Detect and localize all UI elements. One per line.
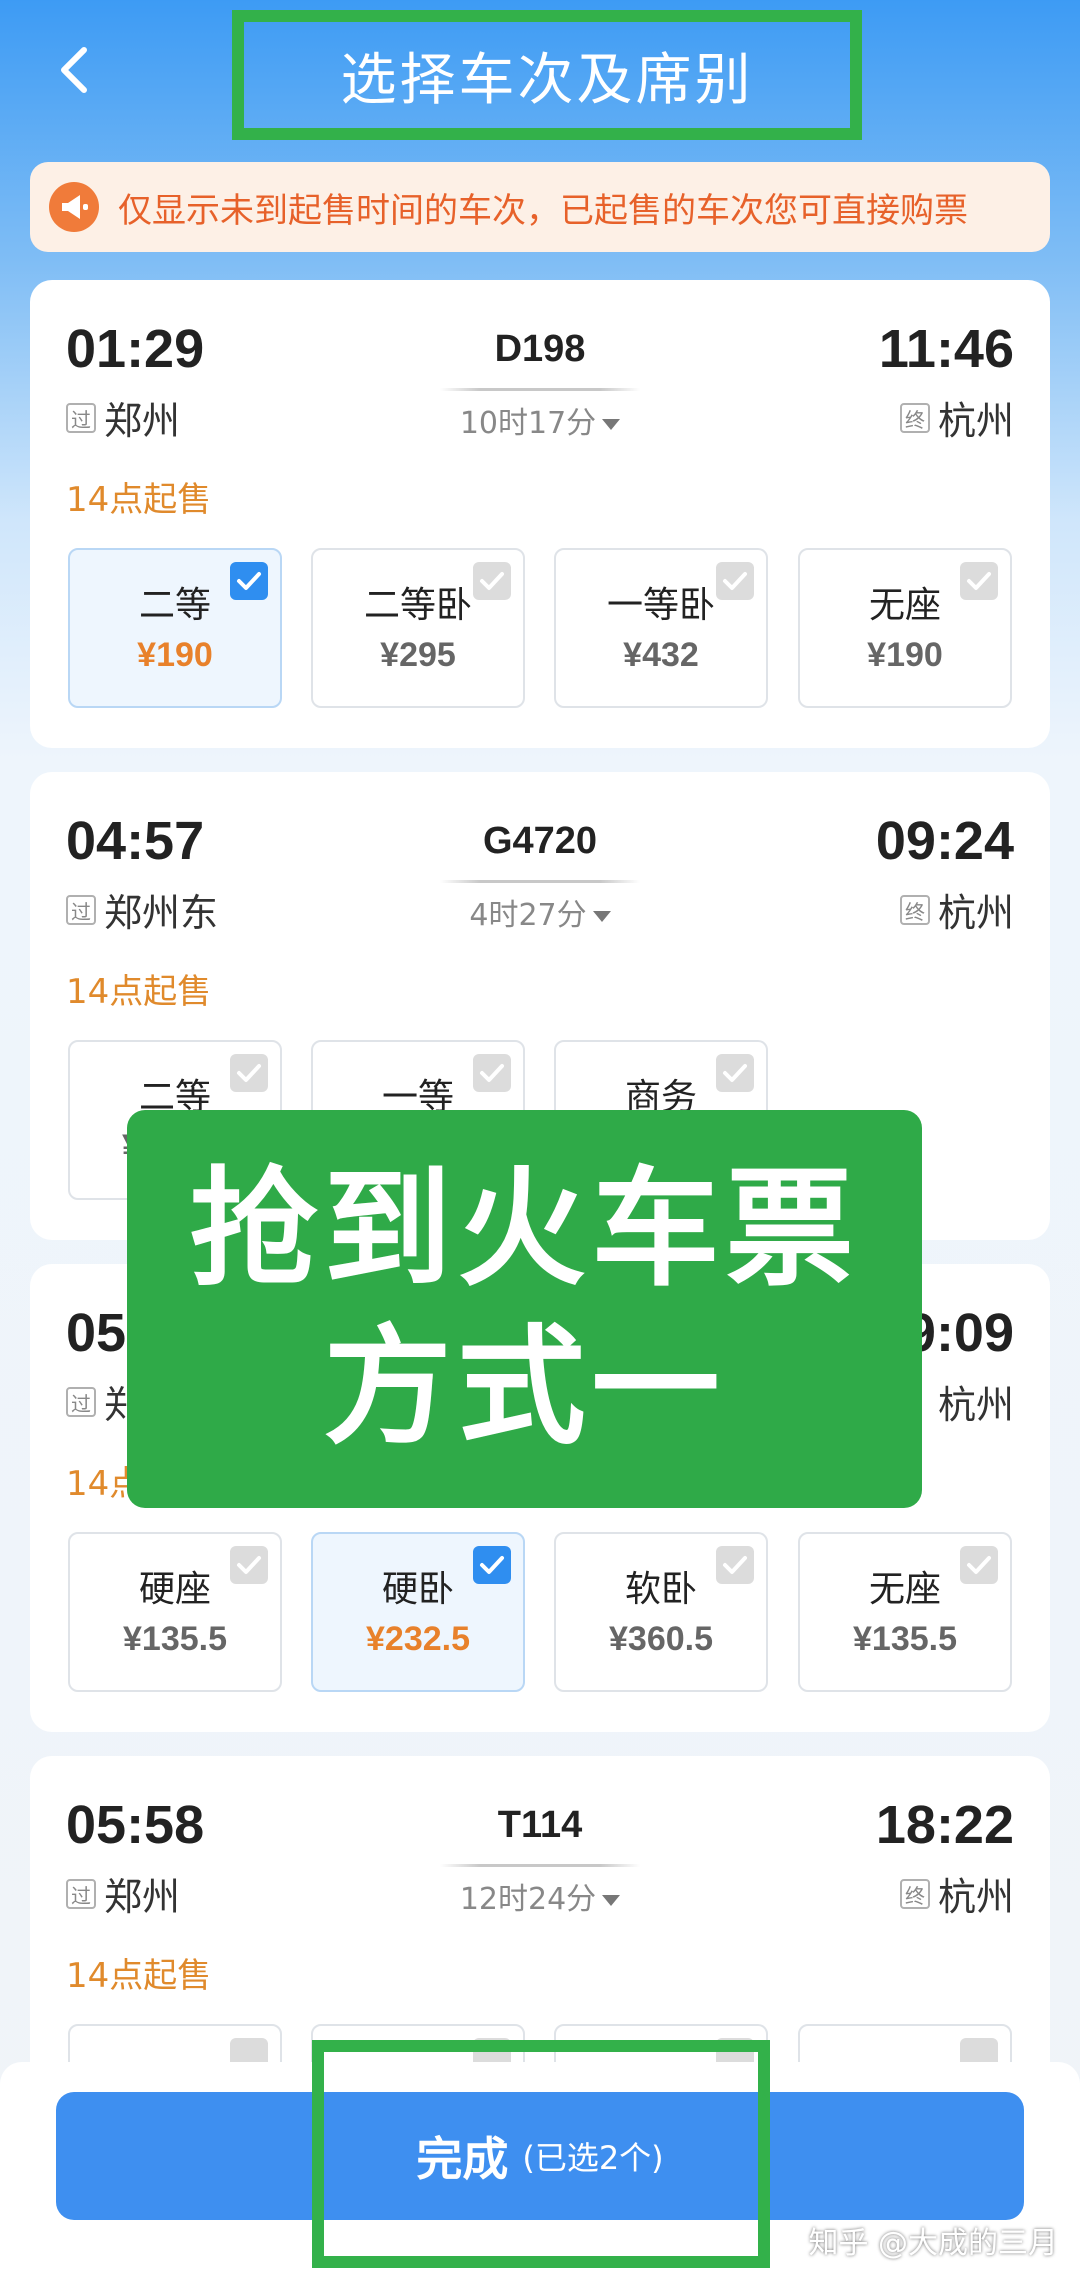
title-highlight-frame: 选择车次及席别	[232, 10, 862, 140]
checkbox-unchecked-icon	[960, 562, 998, 600]
train-card: 01:29 D198 11:46 过 郑州 10时17分 终 杭州 14点起售 …	[30, 280, 1050, 748]
page-title: 选择车次及席别	[340, 47, 754, 113]
seat-price: ¥432	[623, 636, 699, 674]
checkbox-checked-icon	[473, 1546, 511, 1584]
caret-down-icon	[602, 1895, 621, 1906]
seat-option[interactable]: 二等 ¥190	[68, 548, 282, 708]
checkbox-unchecked-icon	[473, 1054, 511, 1092]
departure-time: 05	[66, 1303, 127, 1363]
promo-overlay: 抢到火车票 方式一	[127, 1110, 922, 1508]
button-highlight-frame	[312, 2040, 770, 2268]
duration-toggle[interactable]: 10时17分	[30, 398, 1050, 442]
seat-option[interactable]: 无座 ¥190	[798, 548, 1012, 708]
arrival-time: 18:22	[875, 1795, 1014, 1855]
terminal-tag: 终	[899, 894, 930, 925]
seat-price: ¥232.5	[366, 1620, 470, 1658]
seat-option[interactable]: 二等卧 ¥295	[311, 548, 525, 708]
checkbox-unchecked-icon	[473, 562, 511, 600]
seat-price: ¥190	[137, 636, 213, 674]
zhihu-logo-icon	[770, 2224, 802, 2256]
checkbox-checked-icon	[230, 562, 268, 600]
checkbox-unchecked-icon	[716, 562, 754, 600]
overlay-line-1: 抢到火车票	[189, 1155, 860, 1304]
duration-toggle[interactable]: 12时24分	[30, 1874, 1050, 1918]
megaphone-icon	[49, 182, 99, 232]
arrival-station-name: 杭州	[937, 1383, 1014, 1427]
arrival-station: 终 杭州	[899, 882, 1014, 937]
seat-price: ¥135.5	[123, 1620, 227, 1658]
caret-down-icon	[592, 911, 611, 922]
notice-text: 仅显示未到起售时间的车次，已起售的车次您可直接购票	[118, 190, 968, 231]
seat-option[interactable]: 一等卧 ¥432	[554, 548, 768, 708]
duration-text: 4时27分	[469, 898, 587, 933]
seat-price: ¥295	[380, 636, 456, 674]
duration-toggle[interactable]: 4时27分	[30, 890, 1050, 934]
arrival-time: 9:09	[905, 1303, 1014, 1363]
overlay-line-2: 方式一	[323, 1313, 726, 1462]
train-line-divider	[440, 880, 640, 883]
checkbox-unchecked-icon	[716, 1546, 754, 1584]
back-button[interactable]	[48, 40, 108, 100]
arrival-station-name: 杭州	[937, 399, 1014, 443]
arrival-time: 11:46	[878, 319, 1014, 379]
notice-bar: 仅显示未到起售时间的车次，已起售的车次您可直接购票	[30, 162, 1050, 252]
arrival-station-name: 杭州	[937, 1875, 1014, 1919]
watermark: 知乎 @大成的三月	[770, 2218, 1058, 2262]
arrival-station: 杭州	[938, 1374, 1014, 1429]
sale-time: 14点起售	[66, 972, 212, 1012]
seat-price: ¥190	[867, 636, 943, 674]
arrival-station: 终 杭州	[899, 1866, 1014, 1921]
arrival-station: 终 杭州	[899, 390, 1014, 445]
pass-tag: 过	[66, 1386, 96, 1417]
seat-option[interactable]: 软卧 ¥360.5	[554, 1532, 768, 1692]
caret-down-icon	[602, 419, 621, 430]
watermark-text: 知乎 @大成的三月	[808, 2226, 1058, 2261]
terminal-tag: 终	[899, 1878, 930, 1909]
duration-text: 12时24分	[459, 1882, 597, 1917]
top-header: 选择车次及席别	[0, 0, 1080, 150]
seat-price: ¥360.5	[609, 1620, 713, 1658]
seat-option[interactable]: 无座 ¥135.5	[798, 1532, 1012, 1692]
train-line-divider	[440, 388, 640, 391]
seat-options: 二等 ¥190 二等卧 ¥295 一等卧 ¥432 无座 ¥190	[68, 548, 1012, 710]
arrival-time: 09:24	[875, 811, 1014, 871]
checkbox-unchecked-icon	[716, 1054, 754, 1092]
sale-time: 14点起售	[66, 480, 212, 520]
terminal-tag: 终	[899, 402, 930, 433]
sale-time: 14点起售	[66, 1956, 212, 1996]
checkbox-unchecked-icon	[230, 1054, 268, 1092]
checkbox-unchecked-icon	[960, 1546, 998, 1584]
duration-text: 10时17分	[459, 406, 597, 441]
seat-price: ¥135.5	[853, 1620, 957, 1658]
chevron-left-icon	[61, 47, 87, 93]
seat-option[interactable]: 硬座 ¥135.5	[68, 1532, 282, 1692]
train-line-divider	[440, 1864, 640, 1867]
seat-option[interactable]: 硬卧 ¥232.5	[311, 1532, 525, 1692]
arrival-station-name: 杭州	[937, 891, 1014, 935]
checkbox-unchecked-icon	[230, 1546, 268, 1584]
seat-options: 硬座 ¥135.5 硬卧 ¥232.5 软卧 ¥360.5 无座 ¥135.5	[68, 1532, 1012, 1694]
